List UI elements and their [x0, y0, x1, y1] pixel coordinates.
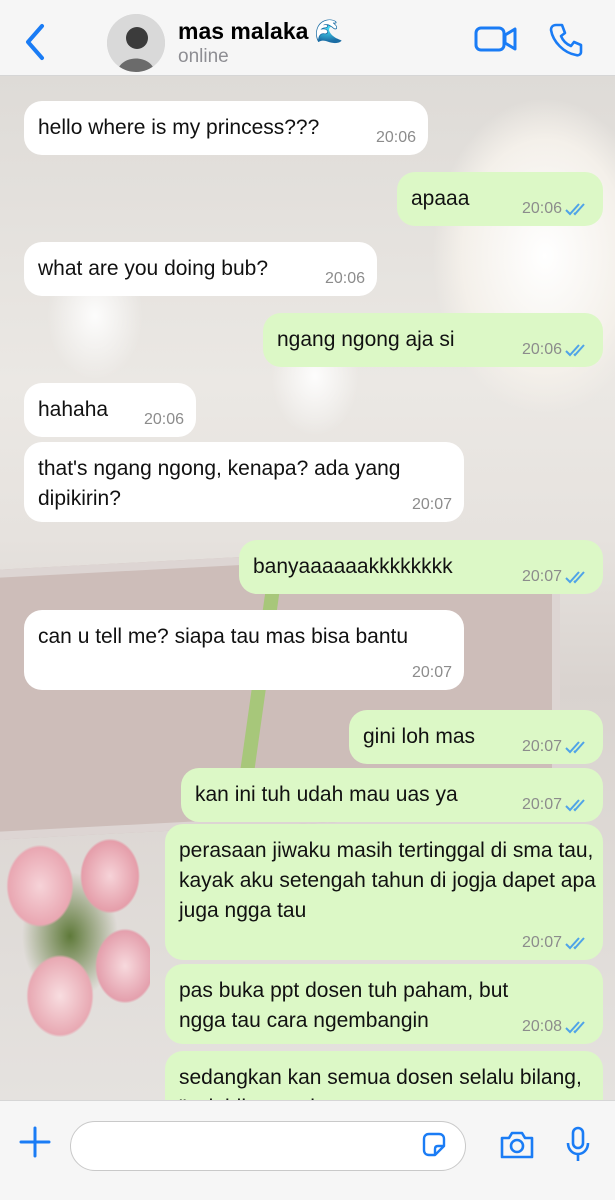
message-time: 20:07 — [522, 934, 591, 952]
message-time: 20:07 — [411, 664, 452, 681]
camera-icon[interactable] — [498, 1129, 536, 1166]
message-text: that's ngang ngong, kenapa? ada yang dip… — [38, 457, 401, 510]
message-text: ngang ngong aja si — [277, 328, 455, 351]
message-text: gini loh mas — [363, 725, 476, 748]
message-text: sedangkan kan semua dosen selalu bilang,… — [179, 1066, 582, 1100]
message-outgoing[interactable]: kan ini tuh udah mau uas ya 20:07 — [181, 768, 603, 822]
chat-header: mas malaka 🌊 online — [0, 0, 615, 76]
message-outgoing[interactable]: ngang ngong aja si 20:06 — [263, 313, 603, 367]
message-incoming[interactable]: hahaha 20:06 — [24, 383, 196, 437]
message-time: 20:07 — [522, 568, 591, 586]
message-time: 20:07 — [522, 796, 591, 814]
message-outgoing[interactable]: perasaan jiwaku masih tertinggal di sma … — [165, 824, 603, 960]
message-incoming[interactable]: what are you doing bub? 20:06 — [24, 242, 377, 296]
microphone-icon[interactable] — [565, 1125, 591, 1170]
read-ticks-icon — [565, 741, 585, 754]
message-text: kan ini tuh udah mau uas ya — [195, 783, 458, 806]
message-text: pas buka ppt dosen tuh paham, but ngga t… — [179, 979, 509, 1032]
read-ticks-icon — [565, 1021, 585, 1034]
message-time: 20:07 — [411, 496, 452, 513]
contact-name[interactable]: mas malaka 🌊 — [178, 18, 343, 45]
message-time: 20:06 — [522, 200, 591, 218]
message-outgoing[interactable]: sedangkan kan semua dosen selalu bilang,… — [165, 1051, 603, 1100]
message-time: 20:08 — [522, 1018, 591, 1036]
message-outgoing[interactable]: gini loh mas 20:07 — [349, 710, 603, 764]
message-outgoing[interactable]: banyaaaaaakkkkkkkk 20:07 — [239, 540, 603, 594]
avatar[interactable] — [107, 14, 165, 72]
read-ticks-icon — [565, 571, 585, 584]
message-text: hello where is my princess??? — [38, 116, 320, 139]
message-time: 20:06 — [522, 341, 591, 359]
message-incoming[interactable]: hello where is my princess??? 20:06 — [24, 101, 428, 155]
read-ticks-icon — [565, 799, 585, 812]
read-ticks-icon — [565, 203, 585, 216]
input-bar — [0, 1100, 615, 1200]
background-tulips — [0, 816, 150, 1100]
message-text: perasaan jiwaku masih tertinggal di sma … — [179, 839, 596, 922]
message-outgoing[interactable]: pas buka ppt dosen tuh paham, but ngga t… — [165, 964, 603, 1044]
message-time: 20:07 — [522, 738, 591, 756]
message-input[interactable] — [70, 1121, 466, 1171]
phone-icon[interactable] — [548, 22, 584, 63]
message-incoming[interactable]: can u tell me? siapa tau mas bisa bantu … — [24, 610, 464, 690]
message-text: apaaa — [411, 187, 470, 210]
message-text: banyaaaaaakkkkkkkk — [253, 555, 453, 578]
chevron-left-icon[interactable] — [20, 22, 50, 62]
video-camera-icon[interactable] — [474, 22, 518, 59]
read-ticks-icon — [565, 344, 585, 357]
message-text: hahaha — [38, 398, 109, 421]
message-incoming[interactable]: that's ngang ngong, kenapa? ada yang dip… — [24, 442, 464, 522]
contact-status: online — [178, 46, 229, 67]
message-outgoing[interactable]: apaaa 20:06 — [397, 172, 603, 226]
message-text: what are you doing bub? — [38, 257, 269, 280]
message-time: 20:06 — [375, 129, 416, 146]
chat-area: hello where is my princess??? 20:06 apaa… — [0, 76, 615, 1100]
message-time: 20:06 — [143, 411, 184, 428]
message-text: can u tell me? siapa tau mas bisa bantu — [38, 625, 409, 648]
message-time: 20:06 — [324, 270, 365, 287]
sticker-icon[interactable] — [420, 1131, 448, 1164]
read-ticks-icon — [565, 937, 585, 950]
plus-icon[interactable] — [18, 1125, 52, 1164]
